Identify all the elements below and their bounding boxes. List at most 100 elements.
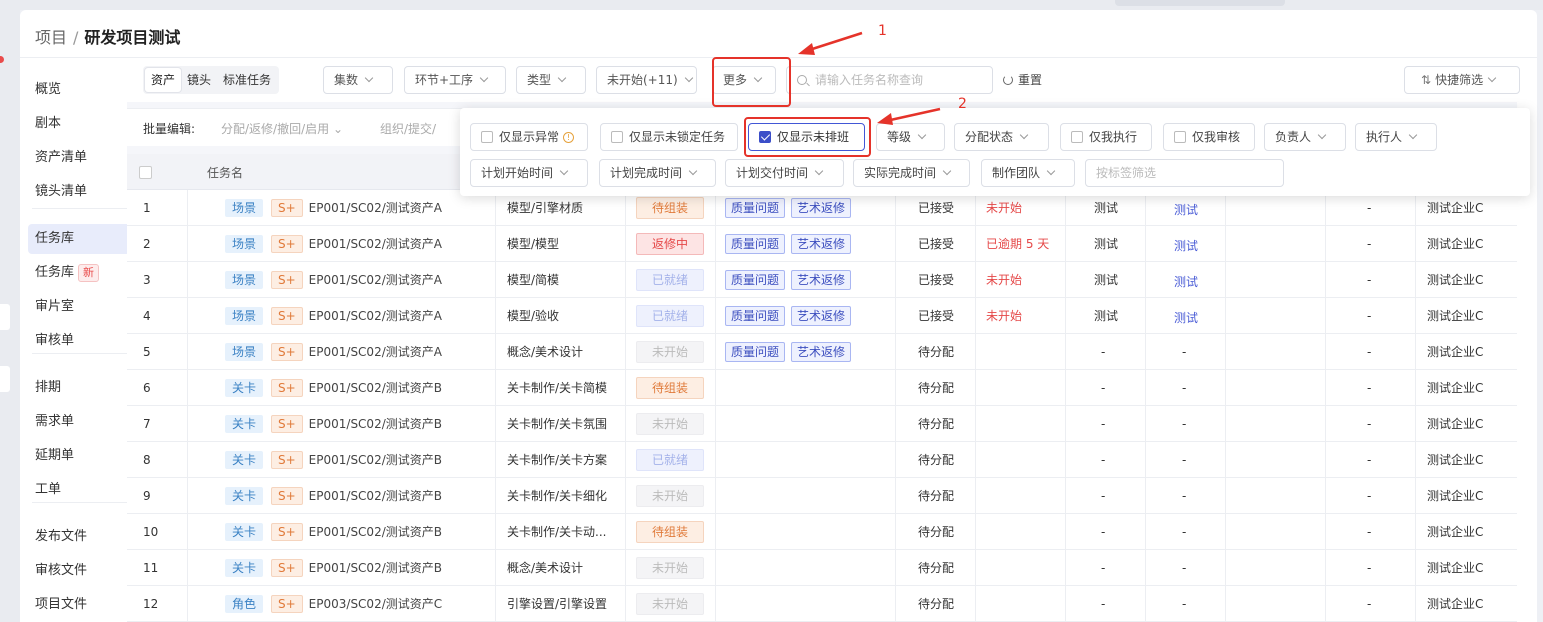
table-row[interactable]: 6 关卡 S+ EP001/SC02/测试资产B 关卡制作/关卡简模 待组装 待分配 - - - 测… <box>127 370 1517 406</box>
table-row[interactable]: 9 关卡 S+ EP001/SC02/测试资产B 关卡制作/关卡细化 未开始 待分配 - - - 测… <box>127 478 1517 514</box>
sidebar-item-5[interactable]: 任务库 <box>28 224 130 254</box>
table-row[interactable]: 8 关卡 S+ EP001/SC02/测试资产B 关卡制作/关卡方案 已就绪 待分配 - - - 测… <box>127 442 1517 478</box>
cell-divider <box>495 370 496 406</box>
batch-submit-dropdown[interactable]: 组织/提交/ <box>380 120 436 137</box>
task-step: 模型/模型 <box>507 237 560 251</box>
sidebar-item-6[interactable]: 任务库新 <box>28 258 130 288</box>
filter-label: 负责人 <box>1275 130 1312 144</box>
sidebar-item-7[interactable]: 审片室 <box>28 292 130 322</box>
search-box[interactable] <box>786 66 993 94</box>
asset-type-tag: 关卡 <box>225 415 263 433</box>
row2-filter-dropdown-2[interactable]: 计划完成时间 <box>599 159 716 187</box>
task-path[interactable]: EP001/SC02/测试资产B <box>309 561 442 575</box>
checkbox-icon <box>1174 131 1186 143</box>
cell-divider <box>1065 298 1066 334</box>
cell-divider <box>895 514 896 550</box>
cell-divider <box>1145 298 1146 334</box>
row2-filter-dropdown-5[interactable]: 制作团队 <box>981 159 1075 187</box>
sidebar-item-10[interactable]: 需求单 <box>28 407 130 437</box>
row1-filter-checkbox-1[interactable]: 仅显示异常! <box>470 123 588 151</box>
sidebar-item-13[interactable]: 发布文件 <box>28 522 130 552</box>
table-row[interactable]: 2 场景 S+ EP001/SC02/测试资产A 模型/模型 返修中 质量问题 艺术返修 已接受… <box>127 226 1517 262</box>
sidebar-item-14[interactable]: 审核文件 <box>28 556 130 586</box>
table-row[interactable]: 3 场景 S+ EP001/SC02/测试资产A 模型/简模 已就绪 质量问题 艺术返修 已接受… <box>127 262 1517 298</box>
executor-name[interactable]: 测试 <box>1174 300 1198 336</box>
executor-name[interactable]: 测试 <box>1174 228 1198 264</box>
filter-dropdown-2[interactable]: 环节+工序 <box>404 66 506 94</box>
executor-name[interactable]: 测试 <box>1174 192 1198 228</box>
select-all-checkbox[interactable] <box>139 166 152 179</box>
cell-divider <box>1065 226 1066 262</box>
table-row[interactable]: 7 关卡 S+ EP001/SC02/测试资产B 关卡制作/关卡氛围 未开始 待分配 - - - 测… <box>127 406 1517 442</box>
table-row[interactable]: 12 角色 S+ EP003/SC02/测试资产C 引擎设置/引擎设置 未开始 待分配 - - -… <box>127 586 1517 622</box>
task-path[interactable]: EP003/SC02/测试资产C <box>309 597 442 611</box>
cell-divider <box>495 478 496 514</box>
task-path[interactable]: EP001/SC02/测试资产A <box>309 345 442 359</box>
task-path[interactable]: EP001/SC02/测试资产A <box>309 201 442 215</box>
filter-dropdown-1[interactable]: 集数 <box>323 66 393 94</box>
reset-button[interactable]: 重置 <box>1003 66 1042 94</box>
task-path[interactable]: EP001/SC02/测试资产B <box>309 489 442 503</box>
row1-filter-checkbox-2[interactable]: 仅显示未锁定任务 <box>600 123 738 151</box>
cell-divider <box>895 226 896 262</box>
breadcrumb: 项目 / 研发项目测试 <box>35 24 180 48</box>
table-row[interactable]: 10 关卡 S+ EP001/SC02/测试资产B 关卡制作/关卡动... 待组装 待分配 -… <box>127 514 1517 550</box>
column-value: - <box>1367 309 1372 323</box>
task-step: 关卡制作/关卡简模 <box>507 381 608 395</box>
cell-divider <box>715 262 716 298</box>
row2-filter-dropdown-4[interactable]: 实际完成时间 <box>853 159 970 187</box>
task-path[interactable]: EP001/SC02/测试资产A <box>309 309 442 323</box>
cell-divider <box>1145 226 1146 262</box>
row2-filter-dropdown-3[interactable]: 计划交付时间 <box>725 159 844 187</box>
task-path[interactable]: EP001/SC02/测试资产B <box>309 381 442 395</box>
sidebar-item-9[interactable]: 排期 <box>28 373 130 403</box>
breadcrumb-parent[interactable]: 项目 <box>35 28 67 47</box>
task-path[interactable]: EP001/SC02/测试资产A <box>309 273 442 287</box>
row-number: 4 <box>143 309 151 323</box>
issue-tags-cell: 质量问题 艺术返修 <box>725 226 857 262</box>
row1-filter-dropdown-8[interactable]: 负责人 <box>1264 123 1346 151</box>
sidebar-item-12[interactable]: 工单 <box>28 475 130 505</box>
sidebar-item-2[interactable]: 剧本 <box>28 109 130 139</box>
segment-tab-2[interactable]: 镜头 <box>181 68 217 92</box>
filter-dropdown-3[interactable]: 类型 <box>516 66 586 94</box>
sidebar-item-1[interactable]: 概览 <box>28 75 130 105</box>
filter-dropdown-label: 集数 <box>334 73 359 87</box>
sidebar-item-4[interactable]: 镜头清单 <box>28 177 130 207</box>
task-path[interactable]: EP001/SC02/测试资产B <box>309 525 442 539</box>
row1-filter-dropdown-5[interactable]: 分配状态 <box>954 123 1049 151</box>
executor-name[interactable]: 测试 <box>1174 264 1198 300</box>
row1-filter-checkbox-7[interactable]: 仅我审核 <box>1163 123 1255 151</box>
quick-filter-dropdown[interactable]: ⇅ 快捷筛选 <box>1404 66 1520 94</box>
cell-divider <box>1225 370 1226 406</box>
search-input[interactable] <box>815 71 985 89</box>
sidebar-item-3[interactable]: 资产清单 <box>28 143 130 173</box>
row1-filter-dropdown-4[interactable]: 等级 <box>876 123 945 151</box>
row2-tag-filter-input[interactable]: 按标签筛选 <box>1085 159 1284 187</box>
cell-divider <box>625 334 626 370</box>
table-row[interactable]: 4 场景 S+ EP001/SC02/测试资产A 模型/验收 已就绪 质量问题 艺术返修 已接受… <box>127 298 1517 334</box>
assign-status: 待分配 <box>918 597 955 611</box>
row1-filter-dropdown-9[interactable]: 执行人 <box>1355 123 1437 151</box>
table-row[interactable]: 11 关卡 S+ EP001/SC02/测试资产B 概念/美术设计 未开始 待分配 - - - 测试… <box>127 550 1517 586</box>
warning-icon: ! <box>563 132 575 143</box>
task-path[interactable]: EP001/SC02/测试资产B <box>309 453 442 467</box>
column-value: - <box>1367 525 1372 539</box>
sidebar-item-8[interactable]: 审核单 <box>28 326 130 356</box>
level-tag: S+ <box>271 451 303 469</box>
segment-tab-1[interactable]: 资产 <box>145 68 182 92</box>
filter-dropdown-4[interactable]: 未开始(+11) <box>596 66 697 94</box>
row1-filter-checkbox-6[interactable]: 仅我执行 <box>1060 123 1152 151</box>
task-path[interactable]: EP001/SC02/测试资产B <box>309 417 442 431</box>
sidebar-item-11[interactable]: 延期单 <box>28 441 130 471</box>
sidebar-item-15[interactable]: 项目文件 <box>28 590 130 620</box>
segment-tab-3[interactable]: 标准任务 <box>217 68 277 92</box>
batch-assign-dropdown[interactable]: 分配/返修/撤回/启用 ⌄ <box>221 120 343 137</box>
table-row[interactable]: 5 场景 S+ EP001/SC02/测试资产A 概念/美术设计 未开始 质量问题 艺术返修待… <box>127 334 1517 370</box>
sidebar-item-label: 发布文件 <box>35 529 88 544</box>
row2-filter-dropdown-1[interactable]: 计划开始时间 <box>470 159 588 187</box>
issue-tag: 质量问题 <box>725 234 786 254</box>
cell-divider <box>1065 586 1066 622</box>
task-path[interactable]: EP001/SC02/测试资产A <box>309 237 442 251</box>
cell-divider <box>1225 406 1226 442</box>
